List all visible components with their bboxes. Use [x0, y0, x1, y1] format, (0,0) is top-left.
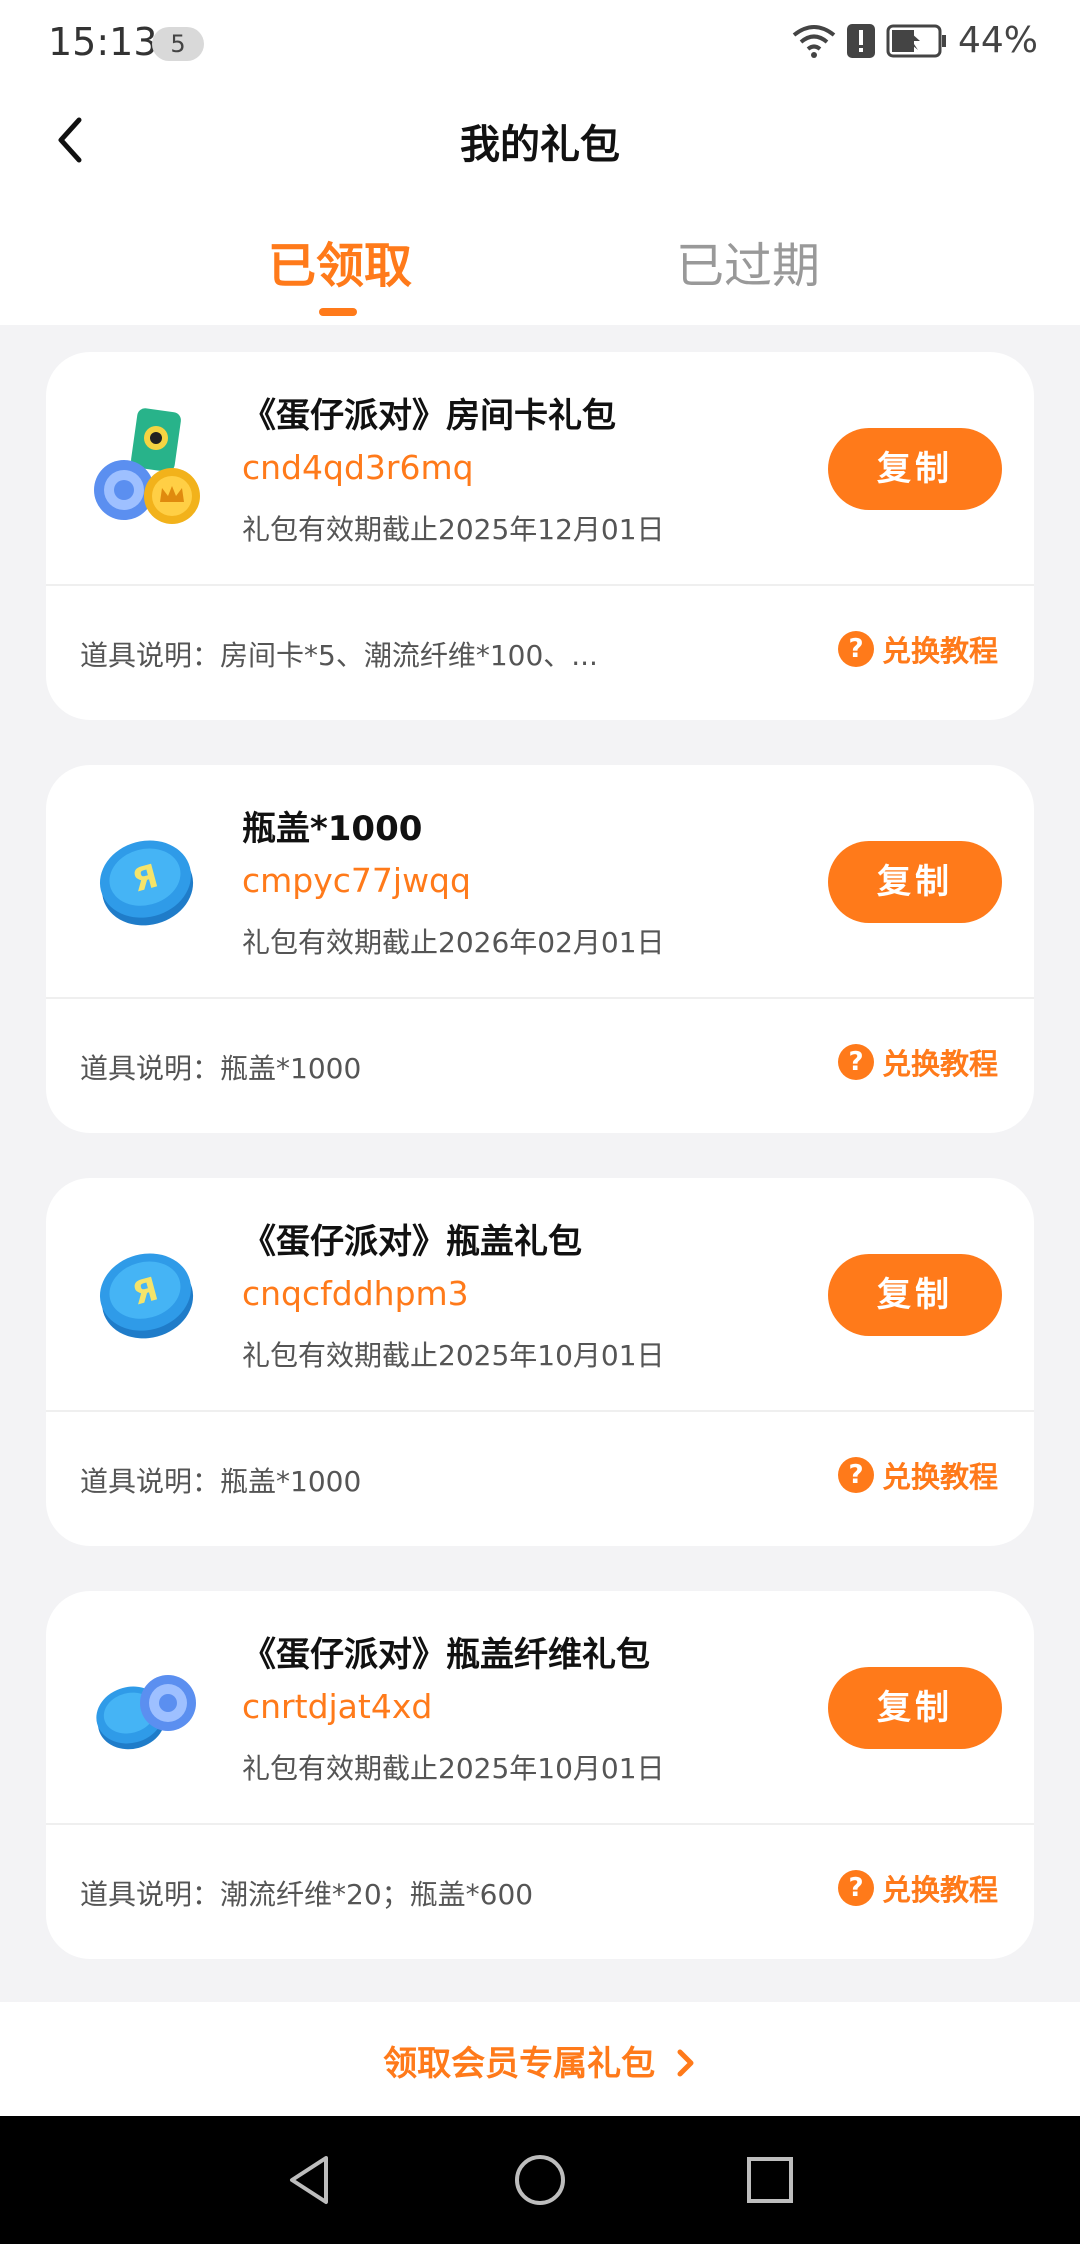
status-bar: 15:13 5 44%	[0, 0, 1080, 90]
redeem-guide-link[interactable]: ? 兑换教程	[837, 1867, 998, 1909]
gift-description: 道具说明：房间卡*5、潮流纤维*100、...	[80, 639, 598, 672]
bottle-cap-icon: Я	[99, 840, 194, 926]
gift-description: 道具说明：瓶盖*1000	[80, 1052, 362, 1085]
circle-home-icon	[515, 2155, 565, 2205]
tab-expired[interactable]: 已过期	[676, 226, 820, 296]
copy-button[interactable]: 复制	[828, 1667, 1002, 1749]
copy-button[interactable]: 复制	[828, 841, 1002, 923]
gift-code: cnrtdjat4xd	[242, 1687, 433, 1726]
redeem-guide-link[interactable]: ? 兑换教程	[837, 1454, 998, 1496]
gift-title: 瓶盖*1000	[242, 809, 423, 849]
gift-code: cmpyc77jwqq	[242, 861, 471, 900]
redeem-guide-link[interactable]: ? 兑换教程	[837, 1041, 998, 1083]
page-title: 我的礼包	[460, 122, 620, 168]
divider	[46, 584, 1034, 586]
triangle-back-icon	[290, 2156, 328, 2204]
gift-description: 道具说明：潮流纤维*20；瓶盖*600	[80, 1878, 534, 1911]
system-nav-bar	[0, 2116, 1080, 2244]
bottle-cap-fiber-icon	[96, 1675, 196, 1750]
gift-expiry: 礼包有效期截止2025年10月01日	[242, 1339, 665, 1372]
room-card-coin-icon	[94, 408, 200, 524]
gift-card: Я 瓶盖*1000 cmpyc77jwqq 礼包有效期截止2026年02月01日…	[46, 765, 1034, 1133]
battery-level: 44%	[957, 20, 1038, 61]
gift-code: cnqcfddhpm3	[242, 1274, 469, 1313]
header: 我的礼包 已领取 已过期	[0, 90, 1080, 325]
gift-card: Я 《蛋仔派对》瓶盖礼包 cnqcfddhpm3 礼包有效期截止2025年10月…	[46, 1178, 1034, 1546]
redeem-guide-label: 兑换教程	[881, 1460, 998, 1494]
question-icon: ?	[837, 1457, 874, 1493]
nav-home-button[interactable]	[504, 2144, 576, 2216]
redeem-guide-label: 兑换教程	[881, 1873, 998, 1907]
bottle-cap-icon: Я	[99, 1253, 194, 1339]
bottom-bar: 领取会员专属礼包	[0, 2002, 1080, 2116]
battery-icon	[886, 24, 946, 57]
status-icons: 44%	[792, 20, 1038, 61]
divider	[46, 1410, 1034, 1412]
vip-gift-label: 领取会员专属礼包	[383, 2044, 656, 2084]
nav-recents-button[interactable]	[734, 2144, 806, 2216]
gift-expiry: 礼包有效期截止2025年12月01日	[242, 513, 665, 546]
wifi-icon	[792, 24, 836, 58]
gift-title: 《蛋仔派对》瓶盖纤维礼包	[242, 1635, 650, 1675]
status-time: 15:13	[48, 20, 158, 64]
chevron-right-icon	[677, 2049, 694, 2077]
redeem-guide-label: 兑换教程	[881, 634, 998, 668]
gift-code: cnd4qd3r6mq	[242, 448, 474, 487]
active-tab-indicator	[319, 308, 357, 316]
vip-gift-link[interactable]: 领取会员专属礼包	[0, 2036, 1080, 2085]
gift-expiry: 礼包有效期截止2025年10月01日	[242, 1752, 665, 1785]
gift-title: 《蛋仔派对》房间卡礼包	[242, 396, 616, 436]
question-icon: ?	[837, 631, 874, 667]
gift-card: 《蛋仔派对》瓶盖纤维礼包 cnrtdjat4xd 礼包有效期截止2025年10月…	[46, 1591, 1034, 1959]
tab-received[interactable]: 已领取	[268, 226, 412, 296]
alert-icon	[846, 23, 875, 58]
notification-badge: 5	[152, 27, 204, 61]
question-icon: ?	[837, 1870, 874, 1906]
copy-button[interactable]: 复制	[828, 428, 1002, 510]
redeem-guide-label: 兑换教程	[881, 1047, 998, 1081]
gift-card: 《蛋仔派对》房间卡礼包 cnd4qd3r6mq 礼包有效期截止2025年12月0…	[46, 352, 1034, 720]
divider	[46, 997, 1034, 999]
nav-back-button[interactable]	[274, 2144, 346, 2216]
redeem-guide-link[interactable]: ? 兑换教程	[837, 628, 998, 670]
copy-button[interactable]: 复制	[828, 1254, 1002, 1336]
question-icon: ?	[837, 1044, 874, 1080]
divider	[46, 1823, 1034, 1825]
gift-title: 《蛋仔派对》瓶盖礼包	[242, 1222, 582, 1262]
gift-expiry: 礼包有效期截止2026年02月01日	[242, 926, 665, 959]
square-recents-icon	[747, 2157, 793, 2203]
gift-description: 道具说明：瓶盖*1000	[80, 1465, 362, 1498]
